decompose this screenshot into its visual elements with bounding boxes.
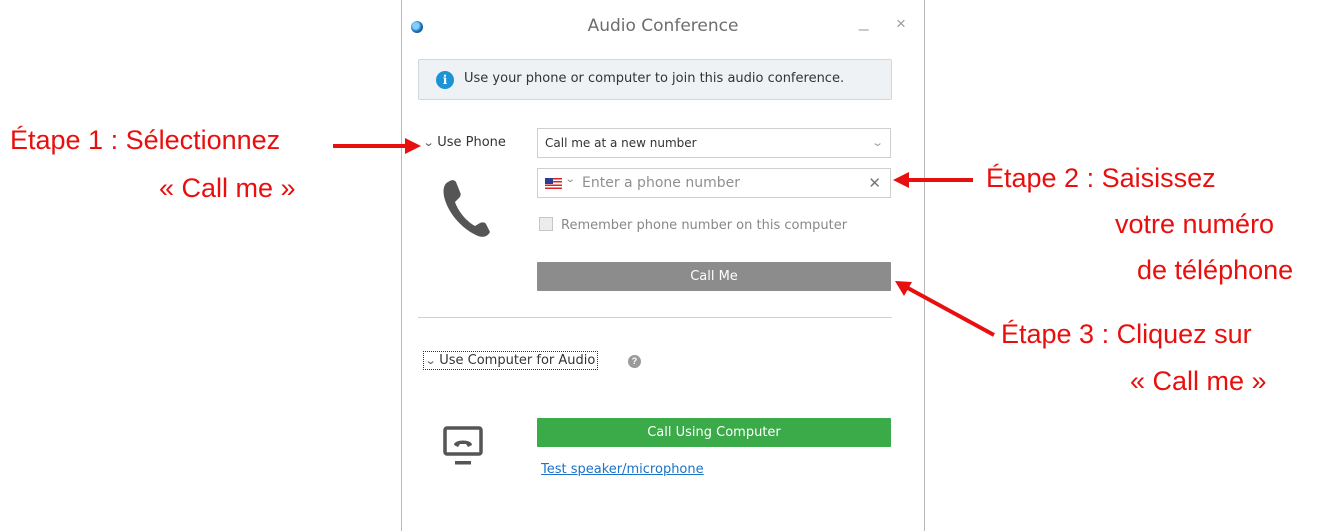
use-phone-label: Use Phone (437, 135, 506, 150)
call-me-button[interactable]: Call Me (537, 262, 891, 291)
remember-number-option[interactable]: Remember phone number on this computer (539, 217, 847, 233)
chevron-down-icon: ⌄ (870, 136, 884, 149)
use-phone-toggle[interactable]: ⌄ Use Phone (422, 135, 506, 150)
remember-number-label: Remember phone number on this computer (561, 218, 848, 233)
clear-icon[interactable]: ✕ (868, 174, 881, 192)
phone-handset-icon (443, 180, 490, 237)
info-banner-text: Use your phone or computer to join this … (464, 71, 845, 86)
call-option-select[interactable]: Call me at a new number ⌄ (537, 128, 891, 158)
close-button[interactable]: × (896, 14, 906, 34)
annotation-step3-line1: Étape 3 : Cliquez sur (1001, 319, 1252, 349)
use-computer-label: Use Computer for Audio (439, 353, 596, 368)
title-bar: Audio Conference _ × (402, 0, 924, 52)
phone-number-field: ⌄ ✕ (537, 168, 891, 198)
use-computer-toggle[interactable]: ⌄ Use Computer for Audio (423, 351, 599, 370)
window-title: Audio Conference (587, 16, 739, 36)
minimize-button[interactable]: _ (859, 12, 868, 32)
phone-number-input[interactable] (582, 173, 852, 193)
test-speaker-microphone-link[interactable]: Test speaker/microphone (541, 462, 704, 477)
audio-conference-dialog: Audio Conference _ × i Use your phone or… (401, 0, 925, 531)
us-flag-icon[interactable] (545, 178, 562, 189)
annotation-step2-line3: de téléphone (1137, 255, 1294, 285)
annotation-step1-line1: Étape 1 : Sélectionnez (10, 125, 281, 155)
remember-number-checkbox[interactable] (539, 217, 553, 231)
info-banner: i Use your phone or computer to join thi… (418, 59, 892, 100)
annotation-step3-line2: « Call me » (1130, 366, 1267, 396)
info-icon: i (436, 71, 454, 89)
section-divider (418, 317, 892, 318)
help-icon[interactable]: ? (628, 355, 641, 368)
annotation-step2-line2: votre numéro (1115, 209, 1275, 239)
chevron-down-icon: ⌄ (424, 354, 437, 367)
chevron-down-icon: ⌄ (422, 136, 435, 149)
annotation-step2-line1: Étape 2 : Saisissez (986, 163, 1216, 193)
call-option-value: Call me at a new number (545, 136, 697, 150)
annotation-step1-line2: « Call me » (159, 173, 296, 203)
computer-audio-icon (443, 426, 483, 465)
call-using-computer-button[interactable]: Call Using Computer (537, 418, 891, 447)
country-chevron-down-icon[interactable]: ⌄ (565, 174, 576, 185)
